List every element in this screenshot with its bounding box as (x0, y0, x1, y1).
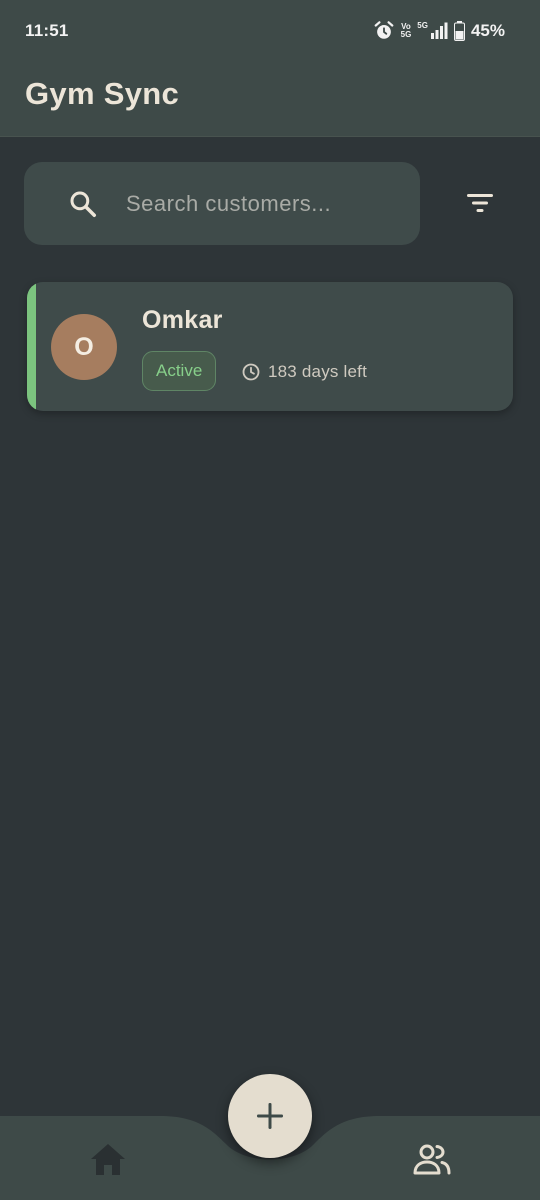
alarm-icon (374, 21, 393, 39)
people-icon (413, 1144, 451, 1175)
volte-indicator: Vo 5G (400, 22, 412, 39)
search-input[interactable] (126, 190, 406, 217)
nav-item-home[interactable] (86, 1137, 130, 1181)
status-icons: Vo 5G 5G 45% (373, 20, 505, 42)
signal-icon (430, 22, 448, 39)
plus-icon (257, 1103, 283, 1129)
network-type: 5G (417, 21, 428, 30)
nav-item-customers[interactable] (409, 1137, 455, 1181)
filter-icon (467, 194, 493, 212)
avatar: O (51, 314, 117, 380)
battery-icon (453, 21, 465, 41)
search-icon (70, 190, 96, 217)
status-bar: 11:51 Vo 5G 5G 45% (0, 0, 540, 62)
days-remaining: 183 days left (241, 361, 367, 383)
home-icon (91, 1144, 125, 1175)
battery-level: 45% (470, 21, 505, 40)
search-bar[interactable] (24, 162, 420, 245)
customer-name: Omkar (142, 306, 223, 334)
filter-button[interactable] (457, 180, 503, 226)
status-accent-bar (27, 282, 36, 411)
page-title: Gym Sync (25, 76, 180, 111)
status-badge: Active (142, 351, 217, 391)
app-bar: 11:51 Vo 5G 5G 45% Gym Sync (0, 0, 540, 137)
status-time: 11:51 (25, 21, 69, 40)
customer-card[interactable]: O Omkar Active 183 days left (27, 282, 513, 411)
add-customer-button[interactable] (228, 1074, 312, 1158)
clock-icon (242, 363, 260, 381)
days-left-label: 183 days left (268, 362, 367, 381)
signal-indicator: 5G (417, 22, 448, 40)
